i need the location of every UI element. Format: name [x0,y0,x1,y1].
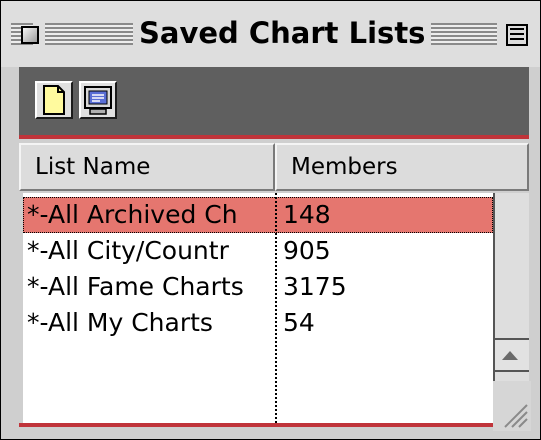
close-box[interactable] [21,26,39,44]
members-cell: 148 [283,200,331,229]
list-info-button[interactable] [79,81,117,119]
window-title: Saved Chart Lists [133,13,432,53]
resize-grip[interactable] [493,381,531,431]
zoom-box[interactable] [506,24,528,46]
scroll-up-button[interactable] [495,338,529,372]
title-bar[interactable]: Saved Chart Lists [1,1,540,67]
list-name-cell: *-All Archived Ch [27,200,238,229]
saved-chart-lists-window: Saved Chart Lists List Name Members *-Al… [0,0,541,440]
column-header-members[interactable]: Members [275,143,529,191]
list-name-cell: *-All Fame Charts [27,272,244,301]
column-header-list-name[interactable]: List Name [19,143,275,191]
computer-monitor-icon [84,86,112,115]
members-cell: 54 [283,308,315,337]
members-cell: 3175 [283,272,347,301]
new-list-button[interactable] [35,81,73,119]
list-row-archived[interactable]: *-All Archived Ch 148 [23,197,493,233]
list-row-my-charts[interactable]: *-All My Charts 54 [23,305,493,341]
resize-grip-icon [504,404,528,428]
list-name-cell: *-All My Charts [27,308,213,337]
new-document-icon [43,85,65,115]
toolbar [19,67,529,135]
list-name-cell: *-All City/Countr [27,236,229,265]
chart-list: *-All Archived Ch 148 *-All City/Countr … [23,193,493,423]
bottom-divider [19,423,493,427]
toolbar-divider [19,135,529,139]
members-cell: 905 [283,236,331,265]
list-row-fame-charts[interactable]: *-All Fame Charts 3175 [23,269,493,305]
up-arrow-icon [502,351,518,360]
list-row-city-country[interactable]: *-All City/Countr 905 [23,233,493,269]
column-divider [275,193,277,423]
